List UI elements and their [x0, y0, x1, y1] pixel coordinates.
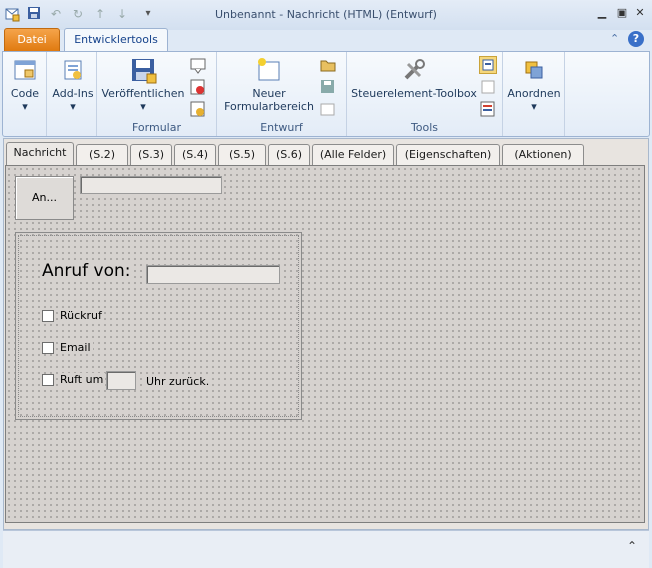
- outlook-form-icon[interactable]: [4, 6, 20, 22]
- expand-reading-pane-icon[interactable]: ⌃: [627, 539, 637, 553]
- toolbox-label: Steuerelement-Toolbox: [351, 87, 477, 100]
- call-from-label: Anruf von:: [40, 261, 133, 281]
- view-code-icon[interactable]: [479, 100, 497, 118]
- arrange-label: Anordnen: [507, 87, 561, 100]
- publish-label: Veröffentlichen: [101, 87, 185, 100]
- callback-time-field[interactable]: [106, 371, 136, 390]
- ribbon: Code ▾ Add-Ins ▾ Veröffentlichen ▾ Formular…: [2, 51, 650, 137]
- arrange-dropdown-icon: ▾: [531, 100, 537, 113]
- tab-all-fields[interactable]: (Alle Felder): [312, 144, 394, 165]
- tab-s5[interactable]: (S.5): [218, 144, 266, 165]
- group-formular: Veröffentlichen ▾ Formular: [97, 52, 217, 136]
- tab-developer[interactable]: Entwicklertools: [64, 28, 168, 52]
- maximize-icon[interactable]: ▣: [614, 6, 630, 20]
- to-button[interactable]: An...: [15, 176, 74, 220]
- publish-button[interactable]: Veröffentlichen ▾: [101, 56, 185, 113]
- toolbox-button[interactable]: Steuerelement-Toolbox: [351, 56, 477, 100]
- addins-icon: [64, 60, 82, 80]
- call-note-frame[interactable]: Anruf von: Rückruf Email Ruft um Uhr zur…: [15, 232, 302, 420]
- callsback-checkbox[interactable]: [42, 374, 54, 386]
- email-checkbox[interactable]: [42, 342, 54, 354]
- save-icon[interactable]: [26, 6, 42, 22]
- collapse-ribbon-icon[interactable]: ⌃: [610, 32, 619, 45]
- form-page-tabs: Nachricht (S.2) (S.3) (S.4) (S.5) (S.6) …: [4, 142, 644, 166]
- callsback-label: Ruft um: [58, 373, 106, 386]
- tab-s2[interactable]: (S.2): [76, 144, 128, 165]
- minimize-icon[interactable]: ▁: [594, 6, 610, 20]
- form-test-icon[interactable]: [189, 78, 207, 96]
- email-label: Email: [58, 341, 93, 354]
- callback-label: Rückruf: [58, 309, 104, 322]
- toolbox-icon: [404, 59, 425, 80]
- tab-properties[interactable]: (Eigenschaften): [396, 144, 500, 165]
- group-addins: Add-Ins ▾: [47, 52, 97, 136]
- undo-icon[interactable]: ↶: [48, 6, 64, 22]
- redo-icon[interactable]: ↻: [70, 6, 86, 22]
- tab-actions[interactable]: (Aktionen): [502, 144, 584, 165]
- group-entwurf-label: Entwurf: [260, 121, 303, 134]
- tab-file[interactable]: Datei: [4, 28, 60, 52]
- group-entwurf: Neuer Formularbereich Entwurf: [217, 52, 347, 136]
- title-bar: ↶ ↻ ↑ ↓ ▾ Unbenannt - Nachricht (HTML) (…: [0, 0, 652, 30]
- new-form-region-label1: Neuer: [252, 87, 286, 100]
- publish-dropdown-icon: ▾: [140, 100, 146, 113]
- addins-button[interactable]: Add-Ins ▾: [51, 56, 95, 113]
- group-tools-label: Tools: [410, 121, 439, 134]
- group-code: Code ▾: [3, 52, 47, 136]
- form-settings-icon[interactable]: [189, 100, 207, 118]
- code-button[interactable]: Code ▾: [7, 56, 43, 113]
- publish-icon: [132, 59, 157, 84]
- ribbon-tab-row: Datei Entwicklertools ⌃ ?: [0, 28, 652, 52]
- form-design-icon[interactable]: [189, 56, 207, 74]
- callback-suffix-label: Uhr zurück.: [144, 375, 212, 388]
- group-arrange: Anordnen ▾: [503, 52, 565, 136]
- next-item-icon[interactable]: ↓: [114, 6, 130, 22]
- tab-nachricht[interactable]: Nachricht: [6, 142, 74, 166]
- addins-label: Add-Ins: [52, 87, 94, 100]
- new-form-region-label2: Formularbereich: [224, 100, 314, 113]
- callback-checkbox[interactable]: [42, 310, 54, 322]
- tab-s6[interactable]: (S.6): [268, 144, 310, 165]
- to-field[interactable]: [80, 176, 222, 194]
- close-region-icon[interactable]: [319, 100, 337, 118]
- arrange-button[interactable]: Anordnen ▾: [505, 56, 563, 113]
- code-icon: [14, 60, 36, 80]
- group-formular-label: Formular: [131, 121, 181, 134]
- window-title: Unbenannt - Nachricht (HTML) (Entwurf): [215, 8, 437, 21]
- help-icon[interactable]: ?: [628, 31, 644, 47]
- arrange-icon: [525, 61, 543, 79]
- save-region-icon[interactable]: [319, 78, 337, 96]
- field-chooser-icon[interactable]: [479, 56, 497, 74]
- form-design-canvas[interactable]: An... Anruf von: Rückruf Email Ruft um U…: [5, 165, 645, 523]
- code-label: Code: [10, 87, 40, 100]
- new-form-region-icon: [258, 58, 280, 81]
- addins-dropdown-icon: ▾: [70, 100, 76, 113]
- open-folder-icon[interactable]: [319, 56, 337, 74]
- new-form-region-button[interactable]: Neuer Formularbereich: [221, 56, 317, 113]
- customize-toolbar-icon[interactable]: ▾: [140, 6, 156, 22]
- previous-item-icon[interactable]: ↑: [92, 6, 108, 22]
- property-page-icon[interactable]: [479, 78, 497, 96]
- close-icon[interactable]: ✕: [632, 6, 648, 20]
- status-bar: ⌃: [3, 530, 649, 568]
- group-tools: Steuerelement-Toolbox Tools: [347, 52, 503, 136]
- tab-s3[interactable]: (S.3): [130, 144, 172, 165]
- tab-s4[interactable]: (S.4): [174, 144, 216, 165]
- code-dropdown-icon: ▾: [22, 100, 28, 113]
- call-from-field[interactable]: [146, 265, 280, 284]
